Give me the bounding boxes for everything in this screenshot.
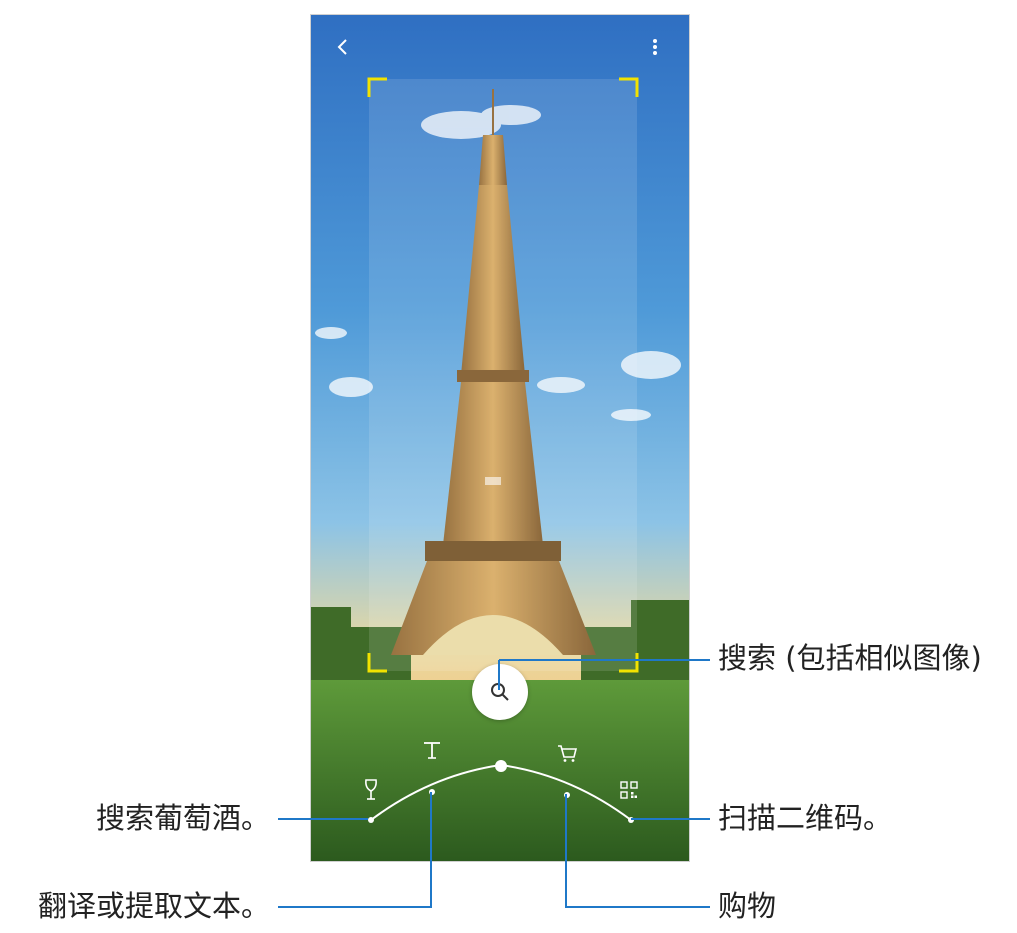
search-button[interactable] xyxy=(472,664,528,720)
camera-preview xyxy=(311,15,689,861)
back-button[interactable] xyxy=(325,29,361,65)
text-mode-button[interactable] xyxy=(417,735,447,765)
wine-glass-icon xyxy=(365,779,377,800)
more-options-button[interactable] xyxy=(637,29,673,65)
callout-qr: 扫描二维码。 xyxy=(718,801,893,835)
phone-screen xyxy=(310,14,690,862)
wine-mode-button[interactable] xyxy=(356,775,386,805)
more-vertical-icon xyxy=(653,39,657,55)
cart-icon xyxy=(558,745,578,762)
callout-text: 翻译或提取文本。 xyxy=(37,889,270,923)
mode-dot-qr[interactable] xyxy=(628,817,634,823)
callout-search: 搜索 (包括相似图像) xyxy=(718,641,982,675)
qr-code-icon xyxy=(620,781,638,799)
detection-region xyxy=(369,79,637,671)
search-icon xyxy=(491,683,509,701)
mode-dot-text[interactable] xyxy=(429,789,435,795)
callout-wine: 搜索葡萄酒。 xyxy=(95,801,270,835)
shopping-mode-button[interactable] xyxy=(552,738,582,768)
callout-shopping: 购物 xyxy=(718,889,777,923)
qr-mode-button[interactable] xyxy=(614,775,644,805)
mode-dot-search[interactable] xyxy=(495,760,507,772)
text-t-icon xyxy=(424,742,440,759)
mode-dot-shopping[interactable] xyxy=(564,792,570,798)
chevron-left-icon xyxy=(337,39,347,55)
mode-dot-wine[interactable] xyxy=(368,817,374,823)
